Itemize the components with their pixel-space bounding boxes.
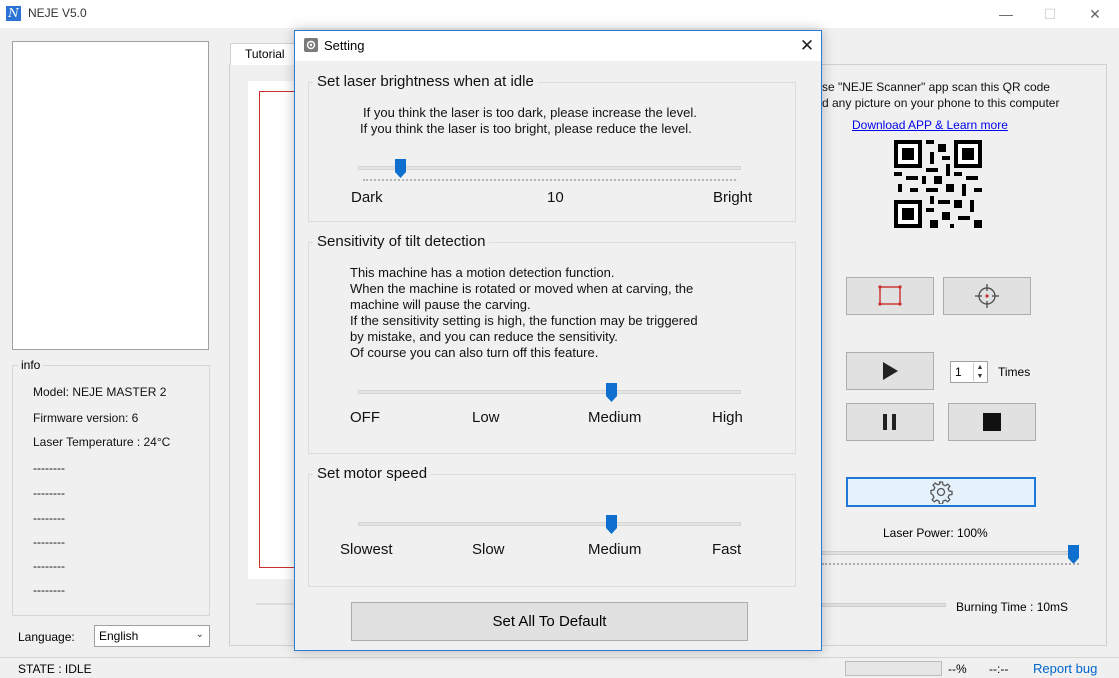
stop-icon (983, 413, 1001, 431)
tilt-desc-5: by mistake, and you can reduce the sensi… (350, 329, 618, 344)
progress-percent: --% (948, 662, 967, 676)
play-icon (883, 362, 898, 380)
frame-icon (878, 285, 902, 306)
stop-button[interactable] (948, 403, 1036, 441)
tilt-slider-thumb[interactable] (606, 383, 617, 402)
brightness-group-title: Set laser brightness when at idle (313, 73, 538, 90)
brightness-value: 10 (547, 189, 564, 206)
title-bar (0, 0, 1119, 28)
motor-option-slow: Slow (472, 541, 505, 558)
laser-power-label: Laser Power: 100% (883, 526, 988, 540)
brightness-slider-thumb[interactable] (395, 159, 406, 178)
motor-speed-slider-track[interactable] (358, 522, 741, 526)
times-value: 1 (955, 365, 962, 379)
elapsed-time: --:-- (989, 662, 1009, 676)
pause-button[interactable] (846, 403, 934, 441)
ruler (256, 603, 296, 621)
motor-option-medium: Medium (588, 541, 642, 558)
brightness-slider-track[interactable] (358, 166, 741, 170)
brightness-slider-ticks (363, 179, 736, 182)
motor-option-slowest: Slowest (340, 541, 393, 558)
tilt-desc-3: machine will pause the carving. (350, 297, 531, 312)
minimize-button[interactable]: — (992, 4, 1020, 24)
brightness-max-label: Bright (713, 189, 753, 206)
times-stepper[interactable]: 1 ▲ ▼ (950, 361, 988, 383)
settings-button[interactable] (846, 477, 1036, 507)
tilt-desc-1: This machine has a motion detection func… (350, 265, 615, 280)
window-close-button[interactable]: ✕ (1081, 4, 1109, 24)
tilt-option-off: OFF (350, 409, 380, 426)
info-line-empty: -------- (33, 486, 65, 500)
info-line-empty: -------- (33, 583, 65, 597)
motor-speed-slider-thumb[interactable] (606, 515, 617, 534)
pause-icon (883, 414, 896, 430)
info-line-empty: -------- (33, 535, 65, 549)
chevron-down-icon: ⌄ (195, 629, 204, 640)
info-firmware: Firmware version: 6 (33, 411, 139, 425)
tilt-desc-6: Of course you can also turn off this fea… (350, 345, 599, 360)
info-model: Model: NEJE MASTER 2 (33, 385, 167, 399)
brightness-min-label: Dark (351, 189, 383, 206)
tilt-option-low: Low (472, 409, 500, 426)
machine-state: STATE : IDLE (18, 662, 92, 676)
dialog-title: Setting (324, 38, 365, 53)
brightness-desc-2: If you think the laser is too bright, pl… (360, 121, 692, 136)
engrave-frame (259, 91, 296, 568)
settings-dialog: Setting ✕ Set laser brightness when at i… (294, 30, 822, 651)
tilt-group-title: Sensitivity of tilt detection (313, 233, 490, 250)
image-preview-list[interactable] (12, 41, 209, 350)
burning-time-slider[interactable] (822, 603, 946, 607)
tilt-slider-track[interactable] (358, 390, 741, 394)
frame-button[interactable] (846, 277, 934, 315)
locate-button[interactable] (943, 277, 1031, 315)
tab-tutorial[interactable]: Tutorial (230, 43, 302, 65)
burning-time-label: Burning Time : 10mS (956, 600, 1069, 614)
qr-code (894, 140, 982, 228)
progress-bar (845, 661, 942, 676)
window-title: NEJE V5.0 (28, 6, 87, 20)
scanner-instruction-1: se "NEJE Scanner" app scan this QR code (822, 80, 1050, 94)
start-button[interactable] (846, 352, 934, 390)
laser-power-slider-track[interactable] (822, 551, 1079, 555)
tilt-option-high: High (712, 409, 743, 426)
times-label: Times (998, 365, 1031, 379)
app-logo-icon: N (6, 6, 21, 21)
stepper-arrows-icon[interactable]: ▲ ▼ (973, 363, 986, 381)
tilt-desc-4: If the sensitivity setting is high, the … (350, 313, 698, 328)
language-value: English (99, 629, 139, 643)
info-line-empty: -------- (33, 511, 65, 525)
crosshair-icon (975, 284, 999, 308)
motor-option-fast: Fast (712, 541, 742, 558)
download-app-link[interactable]: Download APP & Learn more (852, 118, 1008, 132)
dialog-title-bar (295, 31, 821, 61)
motor-speed-group-title: Set motor speed (313, 465, 432, 482)
language-label: Language: (18, 630, 75, 644)
report-bug-link[interactable]: Report bug (1033, 661, 1097, 676)
info-group-label: info (18, 358, 44, 372)
brightness-desc-1: If you think the laser is too dark, plea… (363, 105, 697, 120)
dialog-close-button[interactable]: ✕ (795, 34, 819, 58)
gear-icon (930, 481, 953, 504)
set-all-default-button[interactable]: Set All To Default (351, 602, 748, 641)
info-line-empty: -------- (33, 559, 65, 573)
laser-power-ticks (822, 563, 1079, 567)
info-line-empty: -------- (33, 461, 65, 475)
maximize-button[interactable]: ☐ (1036, 4, 1064, 24)
motor-speed-group (308, 474, 796, 587)
tilt-option-medium: Medium (588, 409, 642, 426)
tilt-desc-2: When the machine is rotated or moved whe… (350, 281, 694, 296)
settings-app-icon (304, 38, 318, 52)
scanner-instruction-2: d any picture on your phone to this comp… (822, 96, 1060, 110)
language-select[interactable]: English ⌄ (94, 625, 210, 647)
info-laser-temperature: Laser Temperature : 24°C (33, 435, 171, 449)
laser-power-slider-thumb[interactable] (1068, 545, 1079, 564)
